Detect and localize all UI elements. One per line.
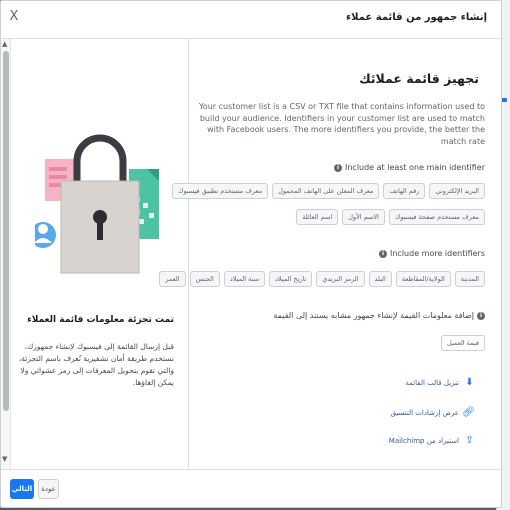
scroll-up-arrow-icon[interactable]: ▲ [2, 40, 7, 48]
identifier-chip: معرف مستخدم تطبيق فيسبوك [172, 183, 269, 199]
identifier-chip: اسم العائلة [296, 209, 339, 225]
main-identifier-text: Include at least one main identifier [344, 163, 485, 172]
identifier-chip: تاريخ الميلاد [269, 271, 313, 287]
identifier-chip: سنة الميلاد [223, 271, 266, 287]
close-icon[interactable]: X [7, 9, 21, 25]
value-chip-row: قيمة العميل [441, 335, 485, 351]
hashing-description: قبل إرسال القائمة إلى فيسبوك لإنشاء جمهو… [18, 342, 174, 387]
scroll-down-arrow-icon[interactable]: ▼ [2, 455, 7, 463]
hashing-heading: تمت تجزئة معلومات قائمة العملاء [27, 315, 174, 325]
identifier-chip: البريد الإلكتروني [429, 183, 485, 199]
person-avatar-icon [35, 222, 56, 248]
more-identifiers-row: المدينة الولاية/المقاطعة البلد الرمز الب… [159, 271, 485, 287]
mailchimp-import-label[interactable]: استيراد من Mailchimp [389, 437, 459, 445]
prepare-list-heading: تجهيز قائمة عملائك [359, 71, 479, 86]
format-guidelines-label[interactable]: عرض إرشادات التنسيق [391, 409, 459, 417]
value-info-text: إضافة معلومات القيمة لإنشاء جمهور مشابه … [273, 311, 474, 320]
main-identifier-row-1: البريد الإلكتروني رقم الهاتف معرف المعلن… [172, 183, 485, 199]
next-button[interactable]: التالي [10, 479, 34, 499]
identifier-chip: العمر [159, 271, 186, 287]
hashing-info-panel: ▲ ▼ تمت تجزئة معلومات قائمة العملاء قبل … [1, 39, 189, 469]
download-icon: ⬇ [465, 377, 474, 388]
download-template-link[interactable]: ⬇ تنزيل قالب القائمة [405, 377, 475, 388]
padlock-shackle [73, 134, 127, 185]
dialog-body: ▲ ▼ تمت تجزئة معلومات قائمة العملاء قبل … [1, 39, 501, 469]
identifier-chip: معرف مستخدم صفحة فيسبوك [388, 209, 485, 225]
more-identifiers-label: i Include more identifiers [379, 249, 485, 258]
identifier-chip: معرف المعلن على الهاتف المحمول [272, 183, 380, 199]
prepare-list-panel: تجهيز قائمة عملائك Your customer list is… [159, 39, 501, 469]
create-audience-dialog: X إنشاء جمهور من قائمة عملاء ▲ ▼ تمت تجز… [0, 0, 502, 508]
format-guidelines-link[interactable]: 🔗︎ عرض إرشادات التنسيق [391, 407, 475, 418]
main-identifier-label: i Include at least one main identifier [333, 163, 485, 172]
dialog-header: X إنشاء جمهور من قائمة عملاء [1, 1, 501, 39]
download-template-label[interactable]: تنزيل قالب القائمة [405, 379, 459, 387]
identifier-chip: الجنس [189, 271, 220, 287]
info-icon[interactable]: i [379, 249, 387, 258]
customer-value-chip: قيمة العميل [441, 335, 485, 351]
dialog-title: إنشاء جمهور من قائمة عملاء [346, 12, 487, 23]
identifier-chip: رقم الهاتف [383, 183, 426, 199]
value-info-label: i إضافة معلومات القيمة لإنشاء جمهور مشاب… [273, 311, 485, 320]
more-identifiers-text: Include more identifiers [390, 249, 485, 258]
padlock-illustration [35, 134, 159, 274]
identifier-chip: الرمز البريدي [316, 271, 365, 287]
mailchimp-import-link[interactable]: ⇪ استيراد من Mailchimp [389, 435, 475, 446]
identifier-chip: الاسم الأول [342, 209, 385, 225]
link-icon: 🔗︎ [462, 407, 475, 418]
back-button[interactable]: عودة [38, 479, 59, 499]
main-identifier-row-2: معرف مستخدم صفحة فيسبوك الاسم الأول اسم … [296, 209, 485, 225]
identifier-chip: المدينة [454, 271, 485, 287]
info-icon[interactable]: i [333, 163, 342, 172]
import-icon: ⇪ [465, 435, 474, 446]
identifier-chip: البلد [368, 271, 392, 287]
vertical-scrollbar[interactable]: ▲ ▼ [1, 39, 11, 469]
dialog-footer: التالي عودة [1, 469, 501, 507]
identifier-chip: الولاية/المقاطعة [395, 271, 451, 287]
info-icon[interactable]: i [477, 311, 485, 320]
prepare-list-description: Your customer list is a CSV or TXT file … [198, 102, 485, 146]
